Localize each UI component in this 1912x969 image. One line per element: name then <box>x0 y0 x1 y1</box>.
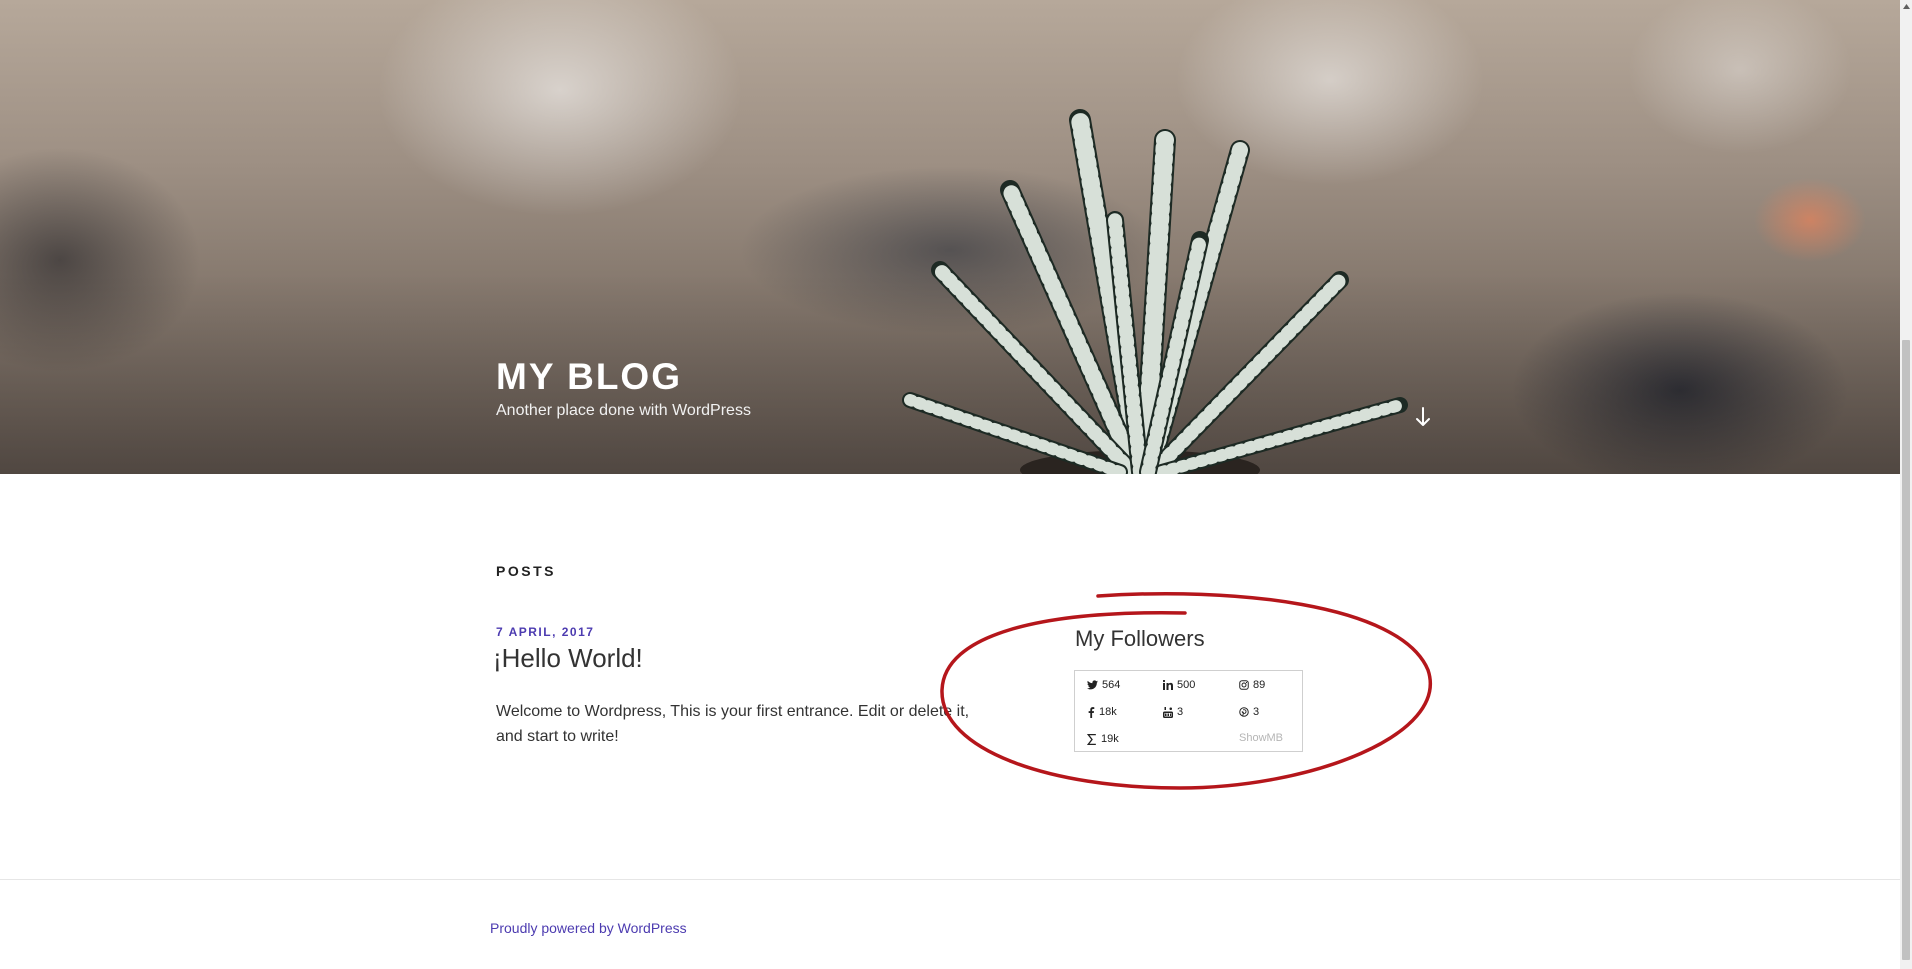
follower-count: 18k <box>1099 706 1117 718</box>
linkedin-followers[interactable]: 500 <box>1163 678 1195 692</box>
follower-count: 564 <box>1102 679 1121 691</box>
header-image: MY BLOG Another place done with WordPres… <box>0 0 1900 474</box>
site-title[interactable]: MY BLOG <box>496 355 751 399</box>
plant-image <box>902 109 1408 474</box>
youtube-followers[interactable]: 3 <box>1163 705 1183 719</box>
pinterest-followers[interactable]: 3 <box>1239 705 1259 719</box>
site-description: Another place done with WordPress <box>496 402 751 419</box>
youtube-icon <box>1163 706 1173 718</box>
scrollbar-thumb[interactable] <box>1902 340 1910 960</box>
total-followers: 19k <box>1087 732 1119 746</box>
follower-count: 19k <box>1101 733 1119 745</box>
widget-brand-link[interactable]: ShowMB <box>1239 732 1283 744</box>
post-excerpt: Welcome to Wordpress, This is your first… <box>496 703 970 745</box>
follower-count: 89 <box>1253 679 1266 691</box>
follower-count: 3 <box>1177 706 1184 718</box>
follower-count: 3 <box>1253 706 1260 718</box>
twitter-followers[interactable]: 564 <box>1087 678 1120 692</box>
site-branding: MY BLOG Another place done with WordPres… <box>496 355 751 420</box>
linkedin-icon <box>1163 680 1173 690</box>
instagram-icon <box>1239 680 1249 690</box>
facebook-followers[interactable]: 18k <box>1087 705 1117 719</box>
facebook-icon <box>1088 706 1095 718</box>
footer-credit-link[interactable]: Proudly powered by WordPress <box>490 920 687 936</box>
scroll-down-button[interactable] <box>1412 404 1434 430</box>
post-title-link[interactable]: ¡Hello World! <box>493 643 643 674</box>
pinterest-icon <box>1239 707 1249 717</box>
widget-title: My Followers <box>1075 626 1205 651</box>
post-date-link[interactable]: 7 APRIL, 2017 <box>496 625 594 639</box>
arrow-down-icon <box>1416 407 1430 426</box>
vertical-scrollbar[interactable] <box>1900 0 1912 969</box>
posts-heading: POSTS <box>496 563 556 579</box>
page: MY BLOG Another place done with WordPres… <box>0 0 1912 969</box>
footer-divider <box>0 879 1900 880</box>
sigma-icon <box>1087 733 1096 745</box>
scroll-up-arrow-icon[interactable] <box>1900 0 1912 12</box>
followers-widget: 564 500 89 18k 3 3 19k ShowMB <box>1074 670 1303 752</box>
instagram-followers[interactable]: 89 <box>1239 678 1265 692</box>
twitter-icon <box>1087 680 1098 690</box>
follower-count: 500 <box>1177 679 1196 691</box>
